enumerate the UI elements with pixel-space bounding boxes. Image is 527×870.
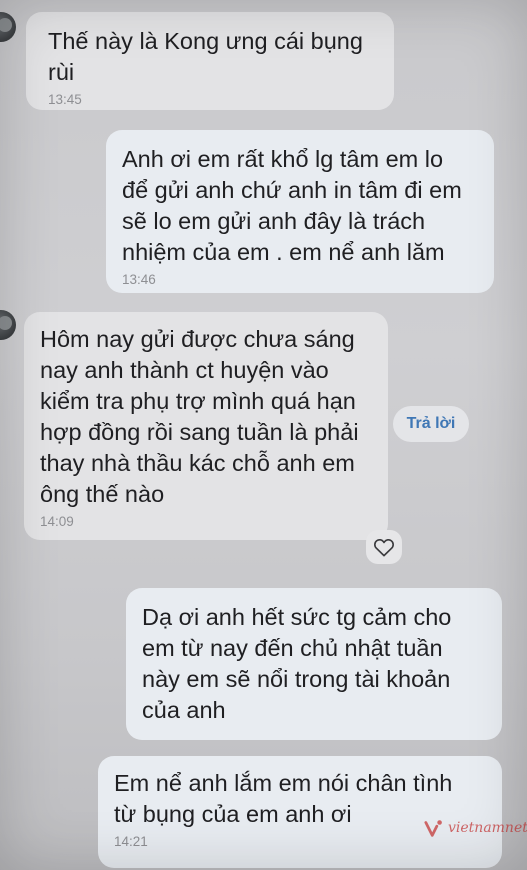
react-button[interactable] [366, 530, 402, 564]
message-text: Dạ ơi anh hết sức tg cảm cho em từ nay đ… [142, 604, 452, 723]
message-bubble-outgoing[interactable]: Dạ ơi anh hết sức tg cảm cho em từ nay đ… [126, 588, 502, 740]
message-bubble-outgoing[interactable]: Em nể anh lắm em nói chân tình từ bụng c… [98, 756, 502, 868]
message-timestamp: 13:46 [122, 272, 156, 287]
watermark-logo: vietnamnet [424, 815, 527, 841]
message-text: Anh ơi em rất khổ lg tâm em lo để gửi an… [122, 146, 462, 265]
heart-icon [374, 538, 394, 557]
message-bubble-incoming[interactable]: Hôm nay gửi được chưa sáng nay anh thành… [24, 312, 388, 540]
contact-avatar[interactable] [0, 12, 16, 42]
message-text: Thế này là Kong ưng cái bụng rùi [48, 28, 363, 85]
reply-button[interactable]: Trả lời [393, 406, 469, 442]
message-text: Hôm nay gửi được chưa sáng nay anh thành… [40, 326, 359, 507]
message-timestamp: 14:09 [40, 514, 74, 529]
message-bubble-outgoing[interactable]: Anh ơi em rất khổ lg tâm em lo để gửi an… [106, 130, 494, 293]
message-timestamp: 13:45 [48, 92, 82, 107]
watermark-text: vietnamnet [448, 820, 527, 836]
watermark-icon [424, 820, 442, 837]
contact-avatar[interactable] [0, 310, 16, 340]
message-bubble-incoming[interactable]: Thế này là Kong ưng cái bụng rùi 13:45 [26, 12, 394, 110]
